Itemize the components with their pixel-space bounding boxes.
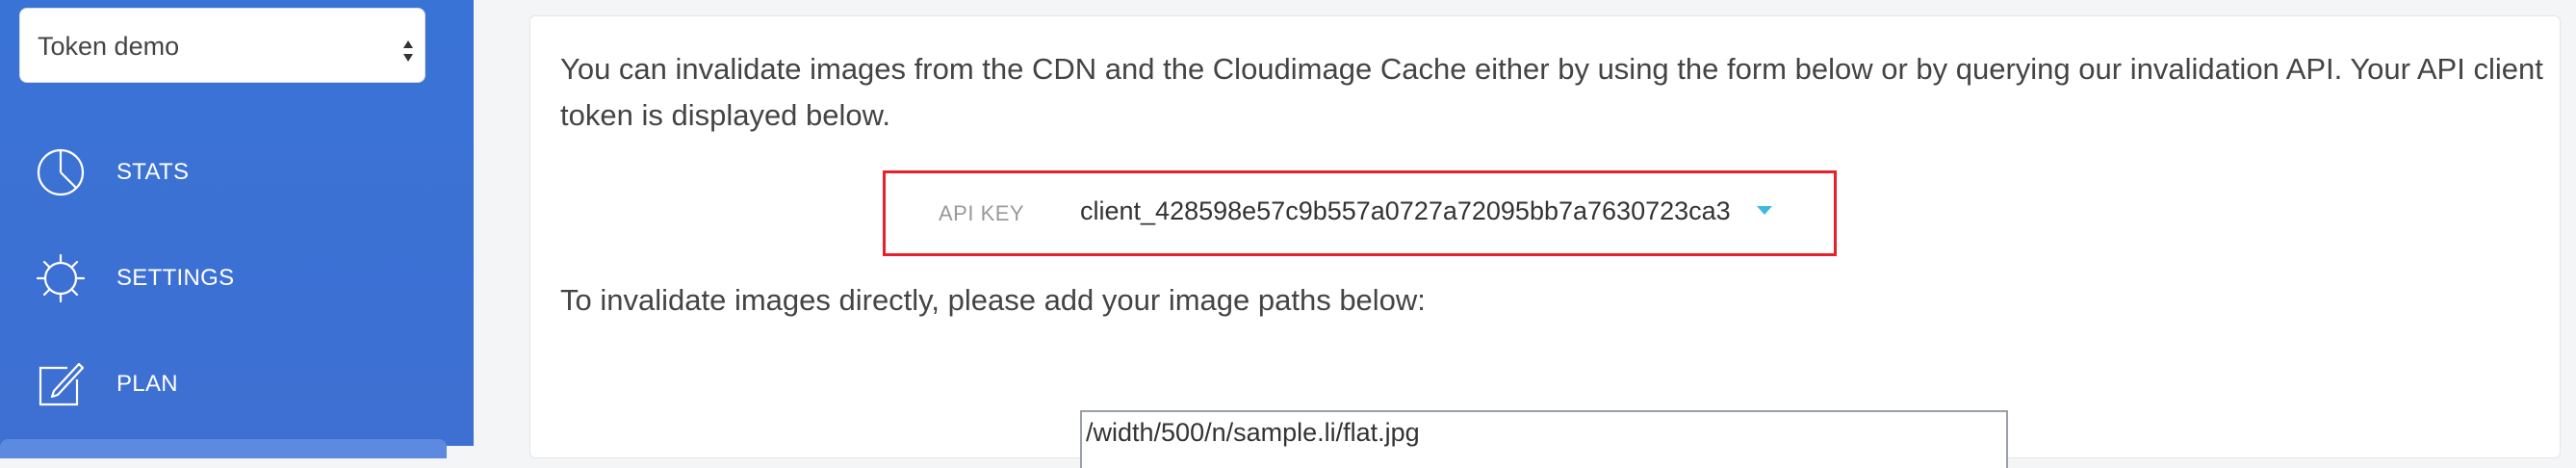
select-arrows-icon [403,40,413,62]
sidebar-item-stats[interactable]: STATS [0,129,474,216]
sidebar-item-label: SETTINGS [116,265,235,291]
sidebar-item-label: PLAN [116,371,178,397]
token-select-value: Token demo [38,32,180,61]
api-key-value[interactable]: client_428598e57c9b557a0727a72095bb7a763… [1080,193,1731,229]
sidebar: Token demo STATS SETTINGS PLAN [0,0,474,458]
sidebar-item-next[interactable] [0,439,447,458]
token-select[interactable]: Token demo [19,8,425,83]
sidebar-item-label: STATS [116,159,190,185]
gear-icon [36,253,86,303]
image-paths-input[interactable]: /width/500/n/sample.li/flat.jpg [1080,410,2008,468]
intro-text: You can invalidate images from the CDN a… [560,52,2543,132]
api-key-label: API KEY [939,201,1025,225]
edit-icon [39,362,85,406]
instruction-text: To invalidate images directly, please ad… [560,283,1426,317]
chevron-down-icon[interactable] [1757,206,1772,215]
sidebar-item-plan[interactable]: PLAN [0,341,474,428]
sidebar-item-settings[interactable]: SETTINGS [0,235,474,322]
pie-chart-icon [37,148,85,196]
